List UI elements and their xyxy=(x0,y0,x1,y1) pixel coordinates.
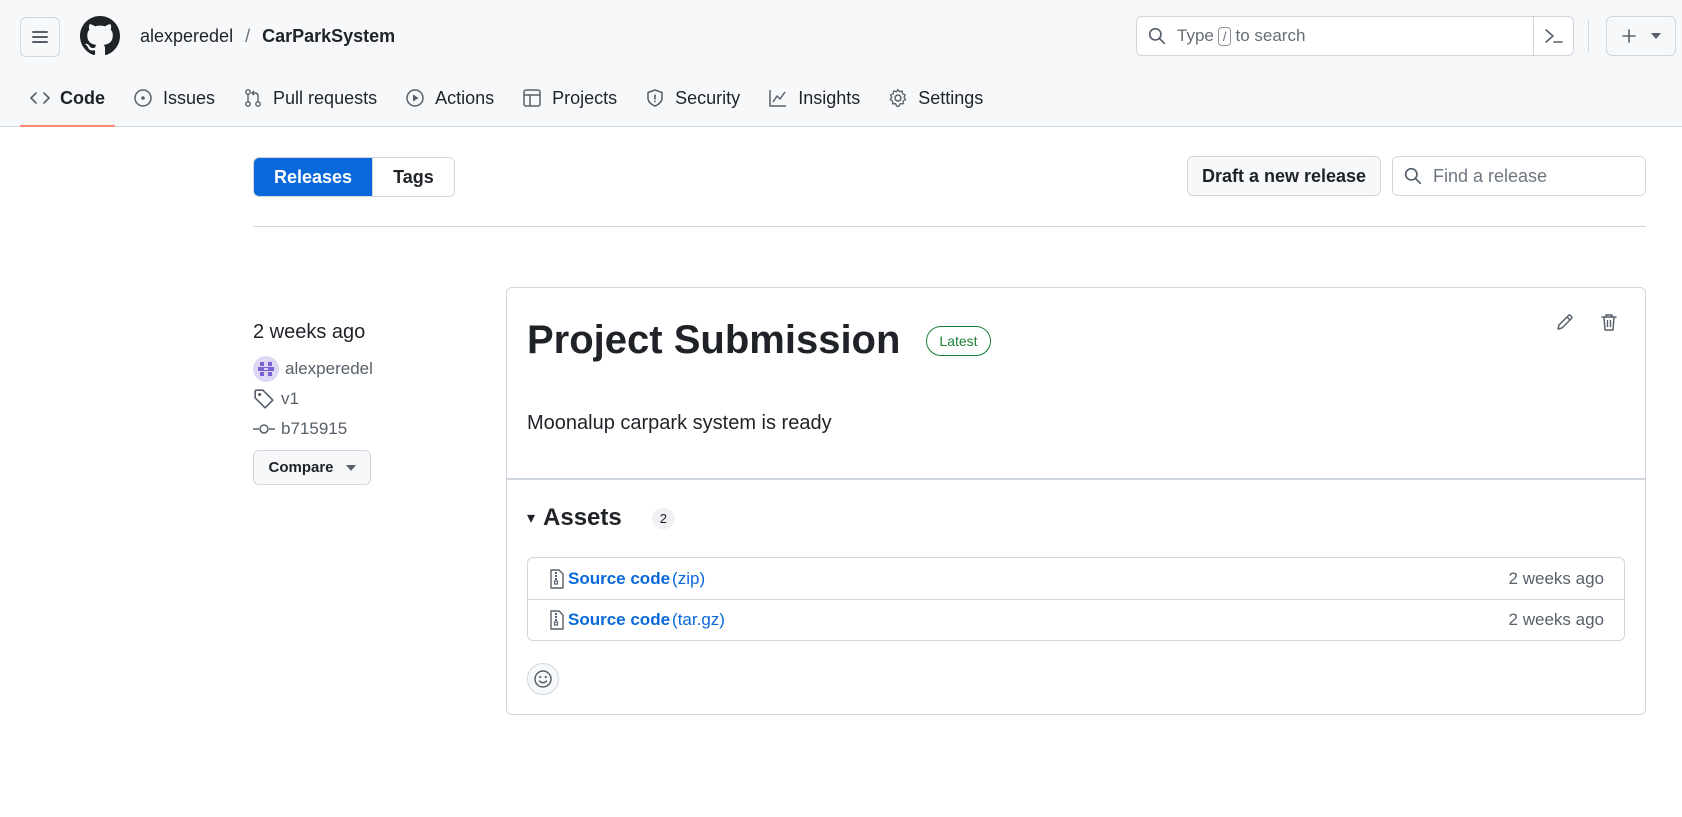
search-icon xyxy=(1137,27,1177,45)
repo-owner-link[interactable]: alexperedel xyxy=(140,26,233,47)
smiley-icon xyxy=(534,670,552,688)
plus-icon xyxy=(1622,29,1636,43)
caret-down-icon: ▾ xyxy=(527,510,536,527)
repo-header: alexperedel / CarParkSystem Type / to se… xyxy=(0,0,1682,127)
release-divider xyxy=(507,478,1645,480)
latest-badge: Latest xyxy=(926,325,991,356)
pencil-icon[interactable] xyxy=(1555,312,1575,337)
tab-label: Code xyxy=(60,87,105,108)
asset-ext: (tar.gz) xyxy=(672,610,725,629)
release-title[interactable]: Project Submission xyxy=(527,318,900,363)
section-divider xyxy=(253,226,1646,227)
trash-icon[interactable] xyxy=(1599,312,1619,337)
search-icon xyxy=(1393,167,1433,185)
release-author[interactable]: alexperedel xyxy=(253,356,493,382)
header-divider xyxy=(1588,20,1589,52)
triangle-down-icon xyxy=(1651,33,1661,39)
file-zip-icon xyxy=(550,610,564,630)
releases-tab[interactable]: Releases xyxy=(254,158,373,196)
shield-icon xyxy=(647,89,663,107)
search-prefix: Type xyxy=(1177,26,1214,45)
asset-row: Source code (tar.gz) 2 weeks ago xyxy=(528,599,1624,640)
issue-icon xyxy=(134,89,152,107)
release-body: Moonalup carpark system is ready xyxy=(527,412,832,434)
assets-toggle[interactable]: ▾ Assets 2 xyxy=(527,504,675,532)
release-meta: 2 weeks ago alexperedel v1 b715915 Compa… xyxy=(253,321,493,485)
tab-pull-requests[interactable]: Pull requests xyxy=(233,78,387,118)
breadcrumb: alexperedel / CarParkSystem xyxy=(140,26,395,47)
menu-button[interactable] xyxy=(20,17,60,57)
assets-counter: 2 xyxy=(651,507,675,529)
search-shortcut-key: / xyxy=(1217,26,1232,46)
draft-new-release-button[interactable]: Draft a new release xyxy=(1187,156,1381,196)
search-suffix: to search xyxy=(1235,26,1306,45)
release-tag[interactable]: v1 xyxy=(253,386,493,412)
pull-request-icon xyxy=(245,89,261,107)
code-icon xyxy=(30,92,50,104)
tab-label: Actions xyxy=(435,87,495,108)
tab-label: Issues xyxy=(163,87,216,108)
assets-list: Source code (zip) 2 weeks ago Source cod… xyxy=(527,557,1625,641)
avatar xyxy=(253,356,279,382)
asset-link[interactable]: Source code (zip) xyxy=(548,569,705,589)
github-logo-icon[interactable] xyxy=(80,16,120,56)
search-input[interactable]: Type / to search xyxy=(1136,16,1574,56)
asset-name: Source code xyxy=(568,568,671,588)
compare-button[interactable]: Compare xyxy=(253,450,371,485)
author-name: alexperedel xyxy=(285,359,373,378)
repo-name-link[interactable]: CarParkSystem xyxy=(262,26,395,47)
asset-date: 2 weeks ago xyxy=(1508,568,1604,588)
asset-ext: (zip) xyxy=(672,568,706,588)
repo-tabs: Code Issues Pull requests Actions Projec… xyxy=(20,78,1001,127)
terminal-icon xyxy=(1544,29,1563,43)
command-palette-button[interactable] xyxy=(1533,17,1573,55)
create-new-button[interactable] xyxy=(1606,16,1676,56)
breadcrumb-separator: / xyxy=(245,26,251,46)
triangle-down-icon xyxy=(345,464,356,471)
tab-label: Pull requests xyxy=(273,87,378,108)
asset-name: Source code xyxy=(568,610,671,629)
tab-actions[interactable]: Actions xyxy=(395,78,504,118)
tag-icon xyxy=(254,389,274,409)
hamburger-icon xyxy=(32,31,48,43)
search-placeholder: Type / to search xyxy=(1177,26,1305,46)
find-release-input[interactable]: Find a release xyxy=(1392,156,1646,196)
tag-name: v1 xyxy=(281,389,299,408)
releases-tags-toggle: Releases Tags xyxy=(253,157,455,197)
asset-row: Source code (zip) 2 weeks ago xyxy=(528,558,1624,599)
release-commit[interactable]: b715915 xyxy=(253,416,493,442)
commit-sha: b715915 xyxy=(281,419,348,438)
tags-tab[interactable]: Tags xyxy=(372,158,454,196)
tab-label: Security xyxy=(675,87,741,108)
tab-label: Insights xyxy=(798,87,861,108)
tab-settings[interactable]: Settings xyxy=(878,78,993,118)
tab-label: Settings xyxy=(918,87,984,108)
find-release-placeholder: Find a release xyxy=(1433,165,1548,186)
asset-date: 2 weeks ago xyxy=(1508,610,1604,629)
gear-icon xyxy=(889,88,907,108)
release-card: Project Submission Latest Moonalup carpa… xyxy=(506,287,1646,715)
tab-code[interactable]: Code xyxy=(20,78,115,127)
add-reaction-button[interactable] xyxy=(527,663,559,695)
compare-label: Compare xyxy=(268,459,334,476)
tab-projects[interactable]: Projects xyxy=(512,78,627,118)
tab-security[interactable]: Security xyxy=(635,78,750,118)
tab-label: Projects xyxy=(552,87,618,108)
assets-label: Assets xyxy=(543,504,622,531)
graph-icon xyxy=(769,90,787,107)
tab-insights[interactable]: Insights xyxy=(758,78,870,118)
asset-link[interactable]: Source code (tar.gz) xyxy=(548,610,725,630)
play-icon xyxy=(406,89,424,107)
release-date: 2 weeks ago xyxy=(253,321,366,343)
table-icon xyxy=(523,89,541,107)
commit-icon xyxy=(253,424,275,434)
file-zip-icon xyxy=(550,568,564,589)
tab-issues[interactable]: Issues xyxy=(123,78,225,118)
release-title-row: Project Submission Latest xyxy=(527,318,991,363)
